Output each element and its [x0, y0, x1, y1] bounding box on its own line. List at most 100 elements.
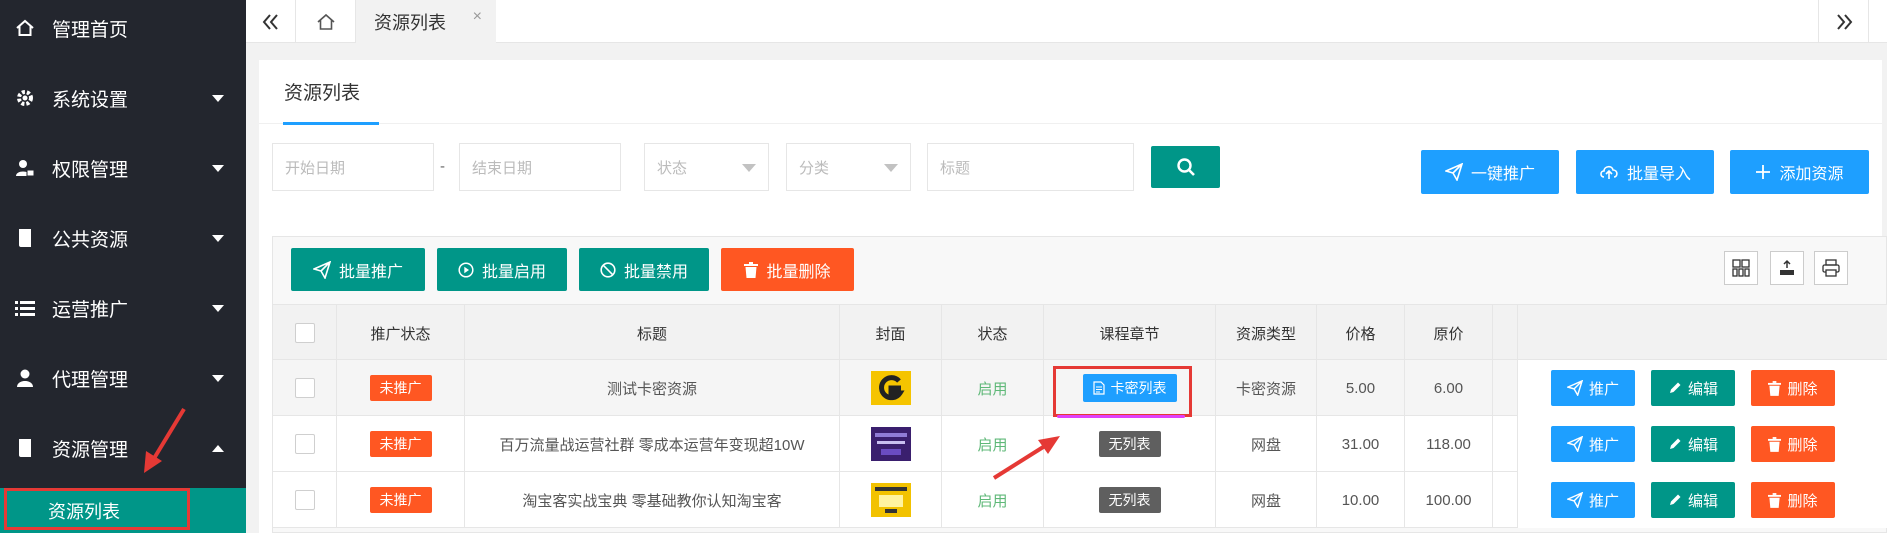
delete-button[interactable]: 删除: [1751, 426, 1835, 462]
placeholder: 开始日期: [285, 159, 346, 177]
cloud-upload-icon: [1599, 163, 1619, 181]
highlight-box: [4, 488, 190, 530]
status-select[interactable]: 状态: [644, 143, 769, 191]
scroll-right-button[interactable]: [1818, 0, 1868, 43]
row-actions: 推广 编辑 删除: [1517, 472, 1887, 528]
row-checkbox[interactable]: [294, 378, 315, 398]
promo-status-cell: 未推广: [337, 416, 465, 472]
caret-down-icon: [212, 375, 224, 382]
edit-button[interactable]: 编辑: [1651, 370, 1735, 406]
agent-icon: [14, 367, 36, 389]
delete-button[interactable]: 删除: [1751, 482, 1835, 518]
header-cell[interactable]: 状态: [942, 305, 1044, 361]
title-cell: 淘宝客实战宝典 零基础教你认知淘宝客: [465, 472, 840, 528]
nav-label: 资源管理: [52, 439, 129, 461]
add-resource-button[interactable]: 添加资源: [1730, 150, 1869, 194]
title-input[interactable]: 标题: [927, 143, 1134, 191]
play-circle-icon: [458, 261, 474, 278]
print-button[interactable]: [1814, 251, 1848, 285]
close-icon[interactable]: ×: [473, 8, 482, 26]
button-label: 批量启用: [481, 263, 546, 281]
nav-item-agents[interactable]: 代理管理: [0, 343, 246, 413]
nav-item-home[interactable]: 管理首页: [0, 0, 246, 63]
price-cell: 31.00: [1317, 416, 1405, 472]
row-actions: 推广 编辑 删除: [1517, 360, 1887, 416]
paper-plane-icon: [1566, 436, 1583, 452]
promo-status-badge: 未推广: [369, 487, 432, 513]
batch-promote-button[interactable]: 批量推广: [291, 248, 425, 291]
button-label: 批量删除: [766, 263, 831, 281]
select-all-checkbox[interactable]: [294, 323, 315, 343]
header-cell[interactable]: 推广状态: [337, 305, 465, 361]
edit-button[interactable]: 编辑: [1651, 426, 1735, 462]
promote-all-button[interactable]: 一键推广: [1421, 150, 1559, 194]
delete-button[interactable]: 删除: [1751, 370, 1835, 406]
annotation-arrow: [992, 436, 1060, 480]
search-button[interactable]: [1151, 146, 1220, 188]
nav-item-system-settings[interactable]: 系统设置: [0, 63, 246, 133]
double-chevron-left-icon: [262, 13, 278, 30]
export-button[interactable]: [1770, 251, 1804, 285]
nav-item-resource-management[interactable]: 资源管理: [0, 413, 246, 483]
batch-disable-button[interactable]: 批量禁用: [579, 248, 709, 291]
batch-delete-button[interactable]: 批量删除: [721, 248, 854, 291]
header-cell[interactable]: 标题: [465, 305, 840, 361]
original-price-cell: 118.00: [1405, 416, 1493, 472]
placeholder: 结束日期: [472, 159, 533, 177]
cover-image: [870, 427, 911, 461]
button-label: 一键推广: [1470, 166, 1535, 183]
tab-resource-list[interactable]: 资源列表 ×: [356, 0, 496, 43]
header-cell[interactable]: 封面: [840, 305, 942, 361]
nav-item-permissions[interactable]: 权限管理: [0, 133, 246, 203]
tab-label: 资源列表: [374, 12, 446, 33]
columns-filter-button[interactable]: [1724, 251, 1758, 285]
pencil-icon: [1668, 493, 1682, 507]
promote-button[interactable]: 推广: [1551, 370, 1635, 406]
promo-status-badge: 未推广: [369, 375, 432, 401]
scroll-left-button[interactable]: [246, 0, 296, 43]
edit-button[interactable]: 编辑: [1651, 482, 1735, 518]
header-cell[interactable]: 原价: [1405, 305, 1493, 361]
nav-item-public-resources[interactable]: 公共资源: [0, 203, 246, 273]
trash-icon: [1768, 380, 1782, 396]
header-cell[interactable]: 课程章节: [1044, 305, 1216, 361]
no-list-badge: 无列表: [1098, 487, 1161, 513]
nav-item-operations[interactable]: 运营推广: [0, 273, 246, 343]
type-cell: 网盘: [1216, 416, 1317, 472]
end-date-input[interactable]: 结束日期: [459, 143, 621, 191]
cover-cell: [840, 416, 942, 472]
chapter-cell: 无列表: [1044, 472, 1216, 528]
sidebar: 管理首页 系统设置 权限管理 公共资源 运营推广 代理管理 资源管理 资源列表: [0, 0, 246, 533]
promote-button[interactable]: 推广: [1551, 426, 1635, 462]
pencil-icon: [1668, 381, 1682, 395]
placeholder: 分类: [799, 159, 830, 177]
button-label: 编辑: [1687, 380, 1718, 398]
chapter-cell: 无列表: [1044, 416, 1216, 472]
select-all-cell: [273, 305, 337, 361]
book-icon: [14, 227, 36, 249]
batch-import-button[interactable]: 批量导入: [1576, 150, 1714, 194]
tab-bar: 资源列表 ×: [246, 0, 1887, 43]
row-checkbox[interactable]: [294, 490, 315, 510]
paper-plane-icon: [1566, 492, 1583, 508]
caret-down-icon: [212, 235, 224, 242]
button-label: 推广: [1588, 436, 1619, 454]
title-cell: 百万流量战运营社群 零成本运营年变现超10W: [465, 416, 840, 472]
button-label: 删除: [1787, 436, 1818, 454]
header-cell[interactable]: 资源类型: [1216, 305, 1317, 361]
no-list-badge: 无列表: [1098, 431, 1161, 457]
row-checkbox[interactable]: [294, 434, 315, 454]
batch-enable-button[interactable]: 批量启用: [437, 248, 567, 291]
category-select[interactable]: 分类: [786, 143, 911, 191]
start-date-input[interactable]: 开始日期: [272, 143, 434, 191]
double-chevron-right-icon: [1836, 13, 1852, 30]
print-icon: [1822, 259, 1840, 277]
trash-icon: [1768, 436, 1782, 452]
header-cell[interactable]: 价格: [1317, 305, 1405, 361]
tab-menu-button[interactable]: [1868, 0, 1887, 43]
button-label: 推广: [1588, 492, 1619, 510]
promo-status-cell: 未推广: [337, 360, 465, 416]
home-tab[interactable]: [296, 0, 356, 43]
button-label: 删除: [1787, 492, 1818, 510]
promote-button[interactable]: 推广: [1551, 482, 1635, 518]
